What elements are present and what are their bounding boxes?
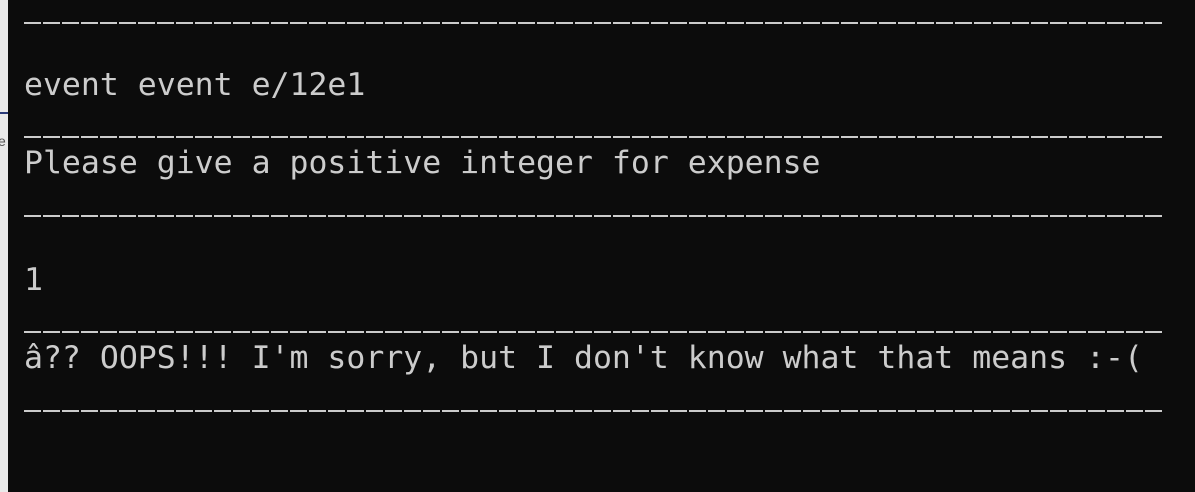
background-window-accent bbox=[0, 112, 8, 114]
input-echo-line: event event e/12e1 bbox=[24, 67, 366, 103]
input-echo-line: 1 bbox=[24, 262, 43, 298]
terminal-output[interactable]: event event e/12e1 Please give a positiv… bbox=[24, 0, 1174, 492]
terminal-window: e event event e/12e1 Please give a posit… bbox=[0, 0, 1195, 492]
background-window-text-fragment: e bbox=[0, 133, 6, 149]
background-window-edge: e bbox=[0, 0, 8, 492]
error-message-line: Please give a positive integer for expen… bbox=[24, 145, 821, 181]
separator-line bbox=[24, 309, 1164, 343]
separator-line bbox=[24, 388, 1164, 422]
error-message-line: â?? OOPS!!! I'm sorry, but I don't know … bbox=[24, 340, 1143, 376]
separator-line bbox=[24, 0, 1164, 34]
separator-line bbox=[24, 193, 1164, 227]
separator-line bbox=[24, 114, 1164, 148]
